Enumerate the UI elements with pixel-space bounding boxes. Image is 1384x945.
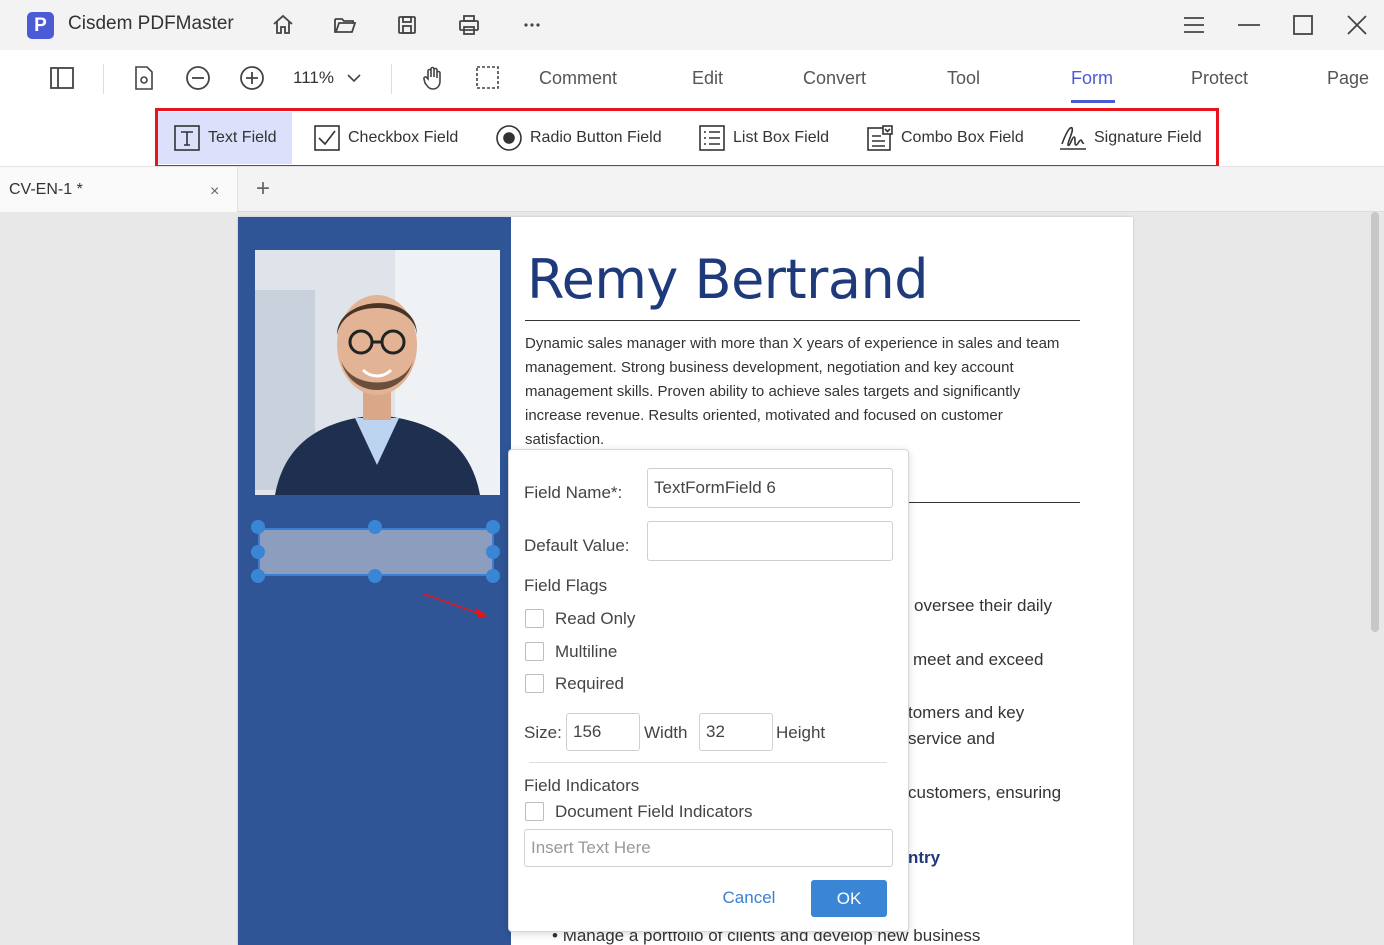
height-label: Height <box>776 723 826 742</box>
size-label: Size: <box>524 723 562 742</box>
highlight-outline <box>155 108 1219 168</box>
tab-form[interactable]: Form <box>1071 68 1113 89</box>
save-icon[interactable] <box>395 13 419 37</box>
document-field-indicators-checkbox[interactable] <box>525 802 544 821</box>
resize-handle[interactable] <box>368 520 382 534</box>
height-input[interactable]: 32 <box>699 713 773 751</box>
zoom-level[interactable]: 111% <box>293 68 334 88</box>
multiline-label: Multiline <box>555 642 618 661</box>
tab-page[interactable]: Page <box>1327 68 1369 89</box>
field-flags-label: Field Flags <box>524 576 608 595</box>
resize-handle[interactable] <box>486 545 500 559</box>
title-bar: P Cisdem PDFMaster <box>0 0 1384 50</box>
resize-handle[interactable] <box>251 569 265 583</box>
resize-handle[interactable] <box>486 569 500 583</box>
vertical-scrollbar[interactable] <box>1371 212 1379 632</box>
resume-text-fragment: service and <box>908 729 995 748</box>
resume-text-fragment: meet and exceed <box>913 650 1044 669</box>
tab-edit[interactable]: Edit <box>692 68 723 89</box>
open-folder-icon[interactable] <box>333 13 357 37</box>
text-field-properties-dialog: Field Name*: TextFormField 6 Default Val… <box>508 449 909 932</box>
minimize-icon[interactable] <box>1237 13 1261 37</box>
add-tab-icon[interactable]: + <box>256 175 270 203</box>
width-input[interactable]: 156 <box>566 713 640 751</box>
zoom-out-icon[interactable] <box>185 65 211 91</box>
resume-text-fragment: customers, ensuring <box>908 783 1062 802</box>
field-name-label: Field Name*: <box>524 483 623 502</box>
resume-text-fragment: tomers and key <box>908 703 1025 722</box>
default-value-label: Default Value: <box>524 536 630 555</box>
cancel-button[interactable]: Cancel <box>709 880 789 916</box>
document-field-indicators-label: Document Field Indicators <box>555 802 753 821</box>
more-icon[interactable] <box>520 13 544 37</box>
read-only-checkbox[interactable] <box>525 609 544 628</box>
required-label: Required <box>555 674 624 693</box>
resize-handle[interactable] <box>368 569 382 583</box>
print-icon[interactable] <box>457 13 481 37</box>
tab-convert[interactable]: Convert <box>803 68 866 89</box>
close-tab-icon[interactable]: × <box>210 183 219 201</box>
home-icon[interactable] <box>271 13 295 37</box>
hand-tool-icon[interactable] <box>421 65 447 91</box>
hamburger-menu-icon[interactable] <box>1182 13 1206 37</box>
section-divider <box>905 502 1080 503</box>
main-toolbar: 111% Comment Edit Convert Tool Form Prot… <box>0 50 1384 108</box>
marquee-select-icon[interactable] <box>475 65 501 91</box>
resize-handle[interactable] <box>251 520 265 534</box>
maximize-icon[interactable] <box>1291 13 1315 37</box>
chevron-down-icon[interactable] <box>346 70 362 86</box>
ok-button[interactable]: OK <box>811 880 887 917</box>
insert-text-input[interactable]: Insert Text Here <box>524 829 893 867</box>
document-tab-label: CV-EN-1 * <box>9 181 83 198</box>
document-tab-row: CV-EN-1 * × + <box>0 166 1384 212</box>
resume-text-fragment: oversee their daily <box>914 596 1052 615</box>
resume-heading-fragment: ntry <box>908 848 941 867</box>
resume-summary: Dynamic sales manager with more than X y… <box>525 335 1060 448</box>
toolbar-divider <box>391 64 392 94</box>
read-only-label: Read Only <box>555 609 636 628</box>
app-title: Cisdem PDFMaster <box>68 13 234 34</box>
name-divider <box>525 320 1080 321</box>
default-value-input[interactable] <box>647 521 893 561</box>
field-indicators-label: Field Indicators <box>524 776 640 795</box>
field-name-input[interactable]: TextFormField 6 <box>647 468 893 508</box>
app-logo: P <box>27 12 54 39</box>
sidebar-toggle-icon[interactable] <box>49 65 75 91</box>
width-label: Width <box>644 723 688 742</box>
resize-handle[interactable] <box>486 520 500 534</box>
document-tab[interactable]: CV-EN-1 * × <box>0 167 238 212</box>
resize-handle[interactable] <box>251 545 265 559</box>
active-tab-indicator <box>1071 100 1115 103</box>
required-checkbox[interactable] <box>525 674 544 693</box>
toolbar-divider <box>103 64 104 94</box>
multiline-checkbox[interactable] <box>525 642 544 661</box>
tab-comment[interactable]: Comment <box>539 68 617 89</box>
dialog-divider <box>529 762 887 763</box>
profile-photo <box>255 250 500 495</box>
page-settings-icon[interactable] <box>131 65 157 91</box>
close-window-icon[interactable] <box>1345 13 1369 37</box>
resume-name: Remy Bertrand <box>527 248 928 311</box>
tab-tool[interactable]: Tool <box>947 68 980 89</box>
zoom-in-icon[interactable] <box>239 65 265 91</box>
annotation-arrow-icon <box>420 590 492 620</box>
tab-protect[interactable]: Protect <box>1191 68 1248 89</box>
